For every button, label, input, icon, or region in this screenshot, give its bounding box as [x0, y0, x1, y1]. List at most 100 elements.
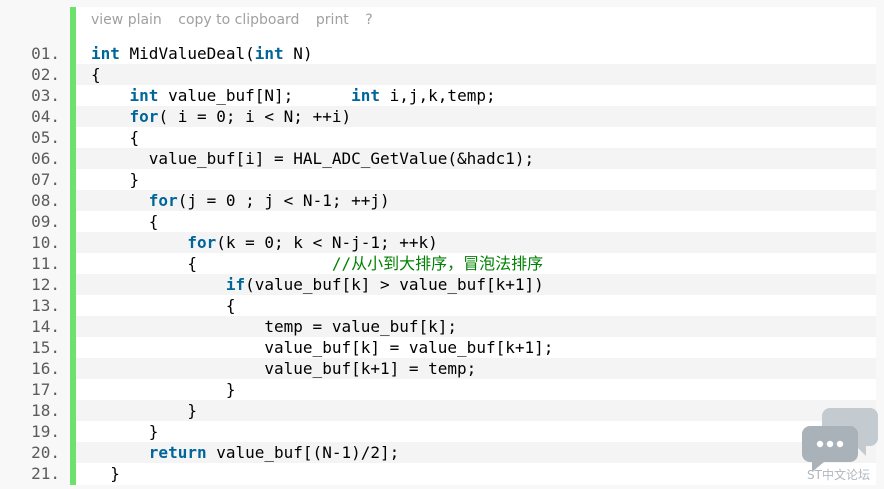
- code-toolbar: view plain copy to clipboard print ?: [91, 12, 385, 30]
- code-token: N): [283, 44, 313, 63]
- code-line: 21. }: [0, 463, 876, 484]
- code-line: 08. for(j = 0 ; j < N-1; ++j): [0, 190, 876, 211]
- comment-token: //从小到大排序，冒泡法排序: [331, 254, 544, 273]
- code-text: value_buf[k] = value_buf[k+1];: [76, 337, 876, 358]
- keyword-token: int: [91, 44, 120, 63]
- line-number: 07.: [31, 170, 60, 189]
- line-number: 12.: [31, 275, 60, 294]
- line-number: 19.: [31, 422, 60, 441]
- code-text: { //从小到大排序，冒泡法排序: [76, 253, 876, 274]
- code-token: {: [91, 128, 140, 147]
- code-token: }: [91, 401, 197, 420]
- line-number: 13.: [31, 296, 60, 315]
- line-number: 20.: [31, 443, 60, 462]
- code-line: 15. value_buf[k] = value_buf[k+1];: [0, 337, 876, 358]
- code-line: 10. for(k = 0; k < N-j-1; ++k): [0, 232, 876, 253]
- line-number: 18.: [31, 401, 60, 420]
- code-line: 19. }: [0, 421, 876, 442]
- code-text: }: [76, 421, 876, 442]
- keyword-token: int: [129, 86, 159, 105]
- line-number: 03.: [31, 86, 60, 105]
- code-token: (value_buf[k] > value_buf[k+1]): [245, 275, 544, 294]
- code-token: }: [91, 170, 140, 189]
- code-token: value_buf[i] = HAL_ADC_GetValue(&hadc1);: [91, 149, 535, 168]
- code-line: 09. {: [0, 211, 876, 232]
- code-token: }: [91, 422, 159, 441]
- code-line: 01. int MidValueDeal(int N): [0, 43, 876, 64]
- code-text: }: [76, 169, 876, 190]
- line-number: 11.: [31, 254, 60, 273]
- code-line: 17. }: [0, 379, 876, 400]
- code-text: }: [76, 400, 876, 421]
- code-text: }: [76, 463, 876, 484]
- line-number: 06.: [31, 149, 60, 168]
- code-text: for(k = 0; k < N-j-1; ++k): [76, 232, 876, 253]
- line-number: 09.: [31, 212, 60, 231]
- code-token: value_buf[k+1] = temp;: [91, 359, 477, 378]
- code-text: if(value_buf[k] > value_buf[k+1]): [76, 274, 876, 295]
- keyword-token: return: [148, 443, 207, 462]
- code-line: 11. { //从小到大排序，冒泡法排序: [0, 253, 876, 274]
- code-line: 04. for( i = 0; i < N; ++i): [0, 106, 876, 127]
- code-text: return value_buf[(N-1)/2];: [76, 442, 876, 463]
- code-line: 03. int value_buf[N]; int i,j,k,temp;: [0, 85, 876, 106]
- code-token: {: [91, 65, 101, 84]
- code-text: value_buf[k+1] = temp;: [76, 358, 876, 379]
- watermark-text: ST中文论坛: [807, 468, 870, 482]
- code-line: 05. {: [0, 127, 876, 148]
- copy-to-clipboard-link[interactable]: copy to clipboard: [178, 12, 299, 28]
- code-token: ( i = 0; i < N; ++i): [158, 107, 352, 126]
- code-token: (k = 0; k < N-j-1; ++k): [216, 233, 438, 252]
- code-line: 14. temp = value_buf[k];: [0, 316, 876, 337]
- code-token: temp = value_buf[k];: [91, 317, 458, 336]
- code-line: 20. return value_buf[(N-1)/2];: [0, 442, 876, 463]
- keyword-token: if: [225, 275, 246, 294]
- keyword-token: for: [148, 191, 178, 210]
- print-link[interactable]: print: [316, 12, 349, 28]
- code-text: temp = value_buf[k];: [76, 316, 876, 337]
- line-number: 10.: [31, 233, 60, 252]
- code-text: int MidValueDeal(int N): [76, 43, 876, 64]
- code-token: MidValueDeal(: [119, 44, 255, 63]
- line-number: 08.: [31, 191, 60, 210]
- keyword-token: int: [254, 44, 284, 63]
- help-link[interactable]: ?: [365, 12, 372, 28]
- code-token: value_buf[N];: [158, 86, 352, 105]
- code-text: int value_buf[N]; int i,j,k,temp;: [76, 85, 876, 106]
- code-text: for(j = 0 ; j < N-1; ++j): [76, 190, 876, 211]
- line-number: 21.: [31, 464, 60, 483]
- line-number: 17.: [31, 380, 60, 399]
- code-line: 18. }: [0, 400, 876, 421]
- keyword-token: for: [129, 107, 159, 126]
- code-line: 12. if(value_buf[k] > value_buf[k+1]): [0, 274, 876, 295]
- code-token: value_buf[k] = value_buf[k+1];: [91, 338, 554, 357]
- code-line: 06. value_buf[i] = HAL_ADC_GetValue(&had…: [0, 148, 876, 169]
- code-text: value_buf[i] = HAL_ADC_GetValue(&hadc1);: [76, 148, 876, 169]
- code-token: {: [91, 212, 159, 231]
- code-text: for( i = 0; i < N; ++i): [76, 106, 876, 127]
- code-viewer: view plain copy to clipboard print ? 01.…: [0, 0, 884, 489]
- line-number: 16.: [31, 359, 60, 378]
- code-text: {: [76, 295, 876, 316]
- code-token: (j = 0 ; j < N-1; ++j): [177, 191, 390, 210]
- line-number: 05.: [31, 128, 60, 147]
- code-text: {: [76, 64, 876, 85]
- line-number: 14.: [31, 317, 60, 336]
- code-token: }: [91, 380, 236, 399]
- code-token: }: [91, 464, 120, 483]
- keyword-token: for: [187, 233, 217, 252]
- line-number: 04.: [31, 107, 60, 126]
- code-line: 16. value_buf[k+1] = temp;: [0, 358, 876, 379]
- line-number: 15.: [31, 338, 60, 357]
- code-token: i,j,k,temp;: [380, 86, 496, 105]
- keyword-token: int: [351, 86, 380, 105]
- view-plain-link[interactable]: view plain: [91, 12, 162, 28]
- code-text: {: [76, 211, 876, 232]
- code-text: }: [76, 379, 876, 400]
